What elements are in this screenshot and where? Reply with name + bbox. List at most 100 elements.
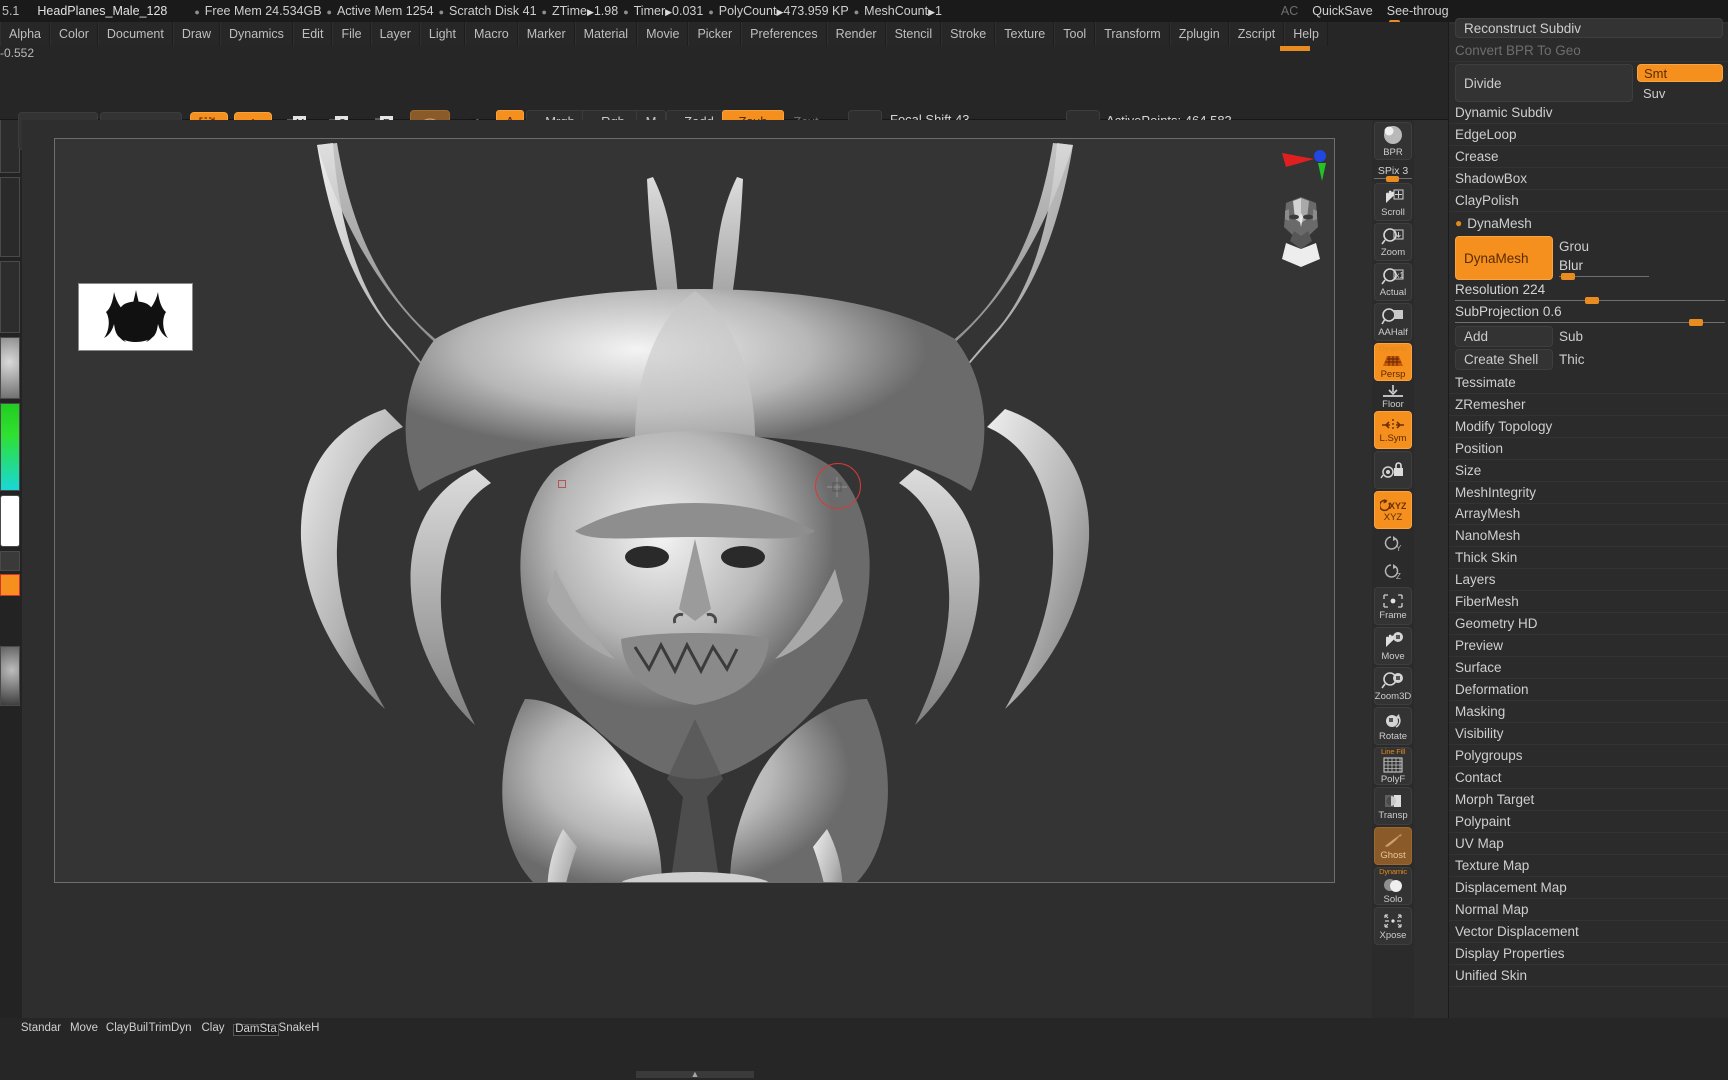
menu-preferences[interactable]: Preferences bbox=[741, 22, 827, 46]
palette-row-zremesher[interactable]: ZRemesher bbox=[1449, 394, 1728, 416]
navigation-thumbnail[interactable] bbox=[1276, 189, 1326, 279]
menu-macro[interactable]: Macro bbox=[464, 22, 518, 46]
lsym-button[interactable]: L.Sym bbox=[1374, 411, 1412, 449]
menu-document[interactable]: Document bbox=[97, 22, 173, 46]
palette-row-crease[interactable]: Crease bbox=[1449, 146, 1728, 168]
solo-button[interactable]: Dynamic Solo bbox=[1374, 867, 1412, 905]
palette-row-morph-target[interactable]: Morph Target bbox=[1449, 789, 1728, 811]
canvas-area[interactable] bbox=[22, 120, 1583, 1040]
divide-button[interactable]: Divide bbox=[1455, 64, 1633, 102]
menu-layer[interactable]: Layer bbox=[370, 22, 420, 46]
xpose-button[interactable]: Xpose bbox=[1374, 907, 1412, 945]
dynamesh-header-row[interactable]: ● DynaMesh bbox=[1449, 212, 1728, 234]
sculpt-canvas[interactable] bbox=[54, 138, 1335, 883]
palette-row-fibermesh[interactable]: FiberMesh bbox=[1449, 591, 1728, 613]
palette-row-uv-map[interactable]: UV Map bbox=[1449, 833, 1728, 855]
palette-row-modify-topology[interactable]: Modify Topology bbox=[1449, 416, 1728, 438]
resolution-slider[interactable]: Resolution 224 bbox=[1449, 282, 1725, 304]
menu-movie[interactable]: Movie bbox=[637, 22, 689, 46]
palette-row-polypaint[interactable]: Polypaint bbox=[1449, 811, 1728, 833]
menu-file[interactable]: File bbox=[332, 22, 371, 46]
persp-button[interactable]: Dynamic Persp bbox=[1374, 343, 1412, 381]
quicksave-button[interactable]: QuickSave bbox=[1312, 4, 1372, 18]
sub-button[interactable]: Sub bbox=[1557, 326, 1647, 347]
material-thumb-5[interactable] bbox=[0, 337, 20, 399]
convert-bpr-to-geo-row[interactable]: Convert BPR To Geo bbox=[1449, 40, 1728, 62]
lock-camera-button[interactable] bbox=[1374, 451, 1412, 489]
brush-clay[interactable]: Clay bbox=[190, 1022, 236, 1034]
material-thumb-4[interactable] bbox=[0, 261, 20, 333]
scroll-button[interactable]: Scroll bbox=[1374, 183, 1412, 221]
palette-row-normal-map[interactable]: Normal Map bbox=[1449, 899, 1728, 921]
menu-color[interactable]: Color bbox=[49, 22, 98, 46]
reconstruct-subdiv-button[interactable]: Reconstruct Subdiv bbox=[1455, 18, 1723, 38]
menu-transform[interactable]: Transform bbox=[1095, 22, 1170, 46]
palette-row-vector-displacement[interactable]: Vector Displacement bbox=[1449, 921, 1728, 943]
menu-marker[interactable]: Marker bbox=[517, 22, 575, 46]
menu-zscript[interactable]: Zscript bbox=[1228, 22, 1285, 46]
primary-color-swatch[interactable] bbox=[0, 551, 20, 571]
palette-row-displacement-map[interactable]: Displacement Map bbox=[1449, 877, 1728, 899]
alpha-thumbnail[interactable] bbox=[78, 283, 193, 351]
polyf-button[interactable]: Line Fill PolyF bbox=[1374, 747, 1412, 785]
menu-stroke[interactable]: Stroke bbox=[941, 22, 996, 46]
palette-row-surface[interactable]: Surface bbox=[1449, 657, 1728, 679]
canvas-scrollbar[interactable]: ▲ bbox=[636, 1069, 754, 1079]
brush-trimdyn[interactable]: TrimDyn bbox=[147, 1022, 193, 1034]
thickness-button[interactable]: Thic bbox=[1557, 349, 1647, 370]
palette-row-nanomesh[interactable]: NanoMesh bbox=[1449, 525, 1728, 547]
palette-row-deformation[interactable]: Deformation bbox=[1449, 679, 1728, 701]
palette-row-position[interactable]: Position bbox=[1449, 438, 1728, 460]
add-button[interactable]: Add bbox=[1455, 326, 1553, 347]
material-thumb-3[interactable] bbox=[0, 177, 20, 257]
subprojection-slider[interactable]: SubProjection 0.6 bbox=[1449, 304, 1725, 326]
rotate-button[interactable]: Rotate bbox=[1374, 707, 1412, 745]
menu-light[interactable]: Light bbox=[419, 22, 465, 46]
aahalf-button[interactable]: AAHalf bbox=[1374, 303, 1412, 341]
palette-row-thick-skin[interactable]: Thick Skin bbox=[1449, 547, 1728, 569]
rotate-y-button[interactable]: Y bbox=[1374, 531, 1412, 557]
menu-alpha[interactable]: Alpha bbox=[0, 22, 50, 46]
menu-zplugin[interactable]: Zplugin bbox=[1169, 22, 1229, 46]
zoom-button[interactable]: Zoom bbox=[1374, 223, 1412, 261]
brush-snakeh[interactable]: SnakeH bbox=[276, 1022, 322, 1034]
palette-row-layers[interactable]: Layers bbox=[1449, 569, 1728, 591]
create-shell-button[interactable]: Create Shell bbox=[1455, 349, 1553, 370]
menu-picker[interactable]: Picker bbox=[688, 22, 742, 46]
brush-move[interactable]: Move bbox=[61, 1022, 107, 1034]
resolution-knob[interactable] bbox=[1585, 297, 1599, 304]
brush-claybuil[interactable]: ClayBuil bbox=[104, 1022, 150, 1034]
dynamesh-button[interactable]: DynaMesh bbox=[1455, 236, 1553, 280]
actual-button[interactable]: x1 Actual bbox=[1374, 263, 1412, 301]
color-picker-swatch[interactable] bbox=[0, 403, 20, 491]
ghost-button[interactable]: Ghost bbox=[1374, 827, 1412, 865]
palette-row-shadowbox[interactable]: ShadowBox bbox=[1449, 168, 1728, 190]
material-thumb-2[interactable] bbox=[0, 118, 20, 173]
palette-row-edgeloop[interactable]: EdgeLoop bbox=[1449, 124, 1728, 146]
brush-standar[interactable]: Standar bbox=[18, 1022, 64, 1034]
transp-button[interactable]: Transp bbox=[1374, 787, 1412, 825]
suv-button[interactable]: Suv bbox=[1637, 84, 1723, 102]
menu-edit[interactable]: Edit bbox=[292, 22, 333, 46]
palette-row-preview[interactable]: Preview bbox=[1449, 635, 1728, 657]
groups-button[interactable]: Grou bbox=[1557, 236, 1647, 256]
menu-render[interactable]: Render bbox=[826, 22, 886, 46]
palette-row-contact[interactable]: Contact bbox=[1449, 767, 1728, 789]
menu-draw[interactable]: Draw bbox=[172, 22, 221, 46]
palette-row-size[interactable]: Size bbox=[1449, 460, 1728, 482]
palette-row-masking[interactable]: Masking bbox=[1449, 701, 1728, 723]
palette-row-display-properties[interactable]: Display Properties bbox=[1449, 943, 1728, 965]
palette-row-polygroups[interactable]: Polygroups bbox=[1449, 745, 1728, 767]
palette-row-arraymesh[interactable]: ArrayMesh bbox=[1449, 503, 1728, 525]
palette-row-geometry-hd[interactable]: Geometry HD bbox=[1449, 613, 1728, 635]
xyz-button[interactable]: XYZ XYZ bbox=[1374, 491, 1412, 529]
ac-label[interactable]: AC bbox=[1281, 4, 1298, 18]
palette-row-visibility[interactable]: Visibility bbox=[1449, 723, 1728, 745]
menu-material[interactable]: Material bbox=[574, 22, 638, 46]
blur-knob[interactable] bbox=[1561, 273, 1575, 280]
palette-row-meshintegrity[interactable]: MeshIntegrity bbox=[1449, 482, 1728, 504]
menu-help[interactable]: Help bbox=[1284, 22, 1328, 46]
zoom3d-button[interactable]: Zoom3D bbox=[1374, 667, 1412, 705]
floor-button[interactable]: Floor bbox=[1374, 383, 1412, 409]
menu-stencil[interactable]: Stencil bbox=[885, 22, 942, 46]
